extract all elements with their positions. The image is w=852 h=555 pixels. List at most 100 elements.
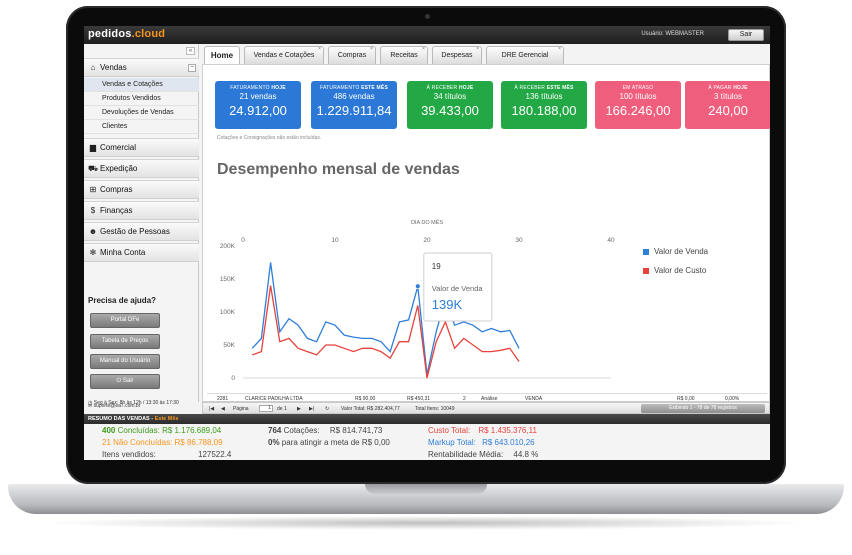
tab-compras[interactable]: Compras × xyxy=(328,46,376,64)
close-tab-icon[interactable]: × xyxy=(476,41,479,58)
collapse-sidebar-button[interactable]: « xyxy=(186,47,195,55)
help-title: Precisa de ajuda? xyxy=(88,296,157,305)
sidebar-group-gestao-pessoas[interactable]: ☻ Gestão de Pessoas xyxy=(84,222,199,241)
sidebar-group-financas[interactable]: $ Finanças xyxy=(84,201,199,220)
tooltip-point xyxy=(414,283,421,290)
not-concluded-count: 21 xyxy=(102,438,111,447)
quotes-count: 764 xyxy=(268,426,282,435)
kpi-card[interactable]: EM ATRASO 100 títulos 166.246,00 xyxy=(595,81,681,129)
portal-dfe-button[interactable]: Portal DFe xyxy=(90,313,160,328)
logo-text: pedidos xyxy=(88,28,132,40)
note-text: Cotações e Consignações não estão incluí… xyxy=(217,135,322,141)
legend-label: Valor de Custo xyxy=(654,266,707,275)
bank-icon: ⌂ xyxy=(90,63,96,72)
app-logo[interactable]: pedidos.cloud xyxy=(88,28,165,40)
cost-label: Custo Total: xyxy=(428,426,471,435)
sidebar-item-clientes[interactable]: Clientes xyxy=(84,120,199,134)
close-tab-icon[interactable]: × xyxy=(370,41,373,58)
prev-page-icon[interactable]: ◀ xyxy=(221,406,225,412)
x-tick-label: 0 xyxy=(241,237,245,244)
tab-home[interactable]: Home xyxy=(204,46,240,64)
next-page-icon[interactable]: ▶ xyxy=(297,406,301,412)
first-page-icon[interactable]: |◀ xyxy=(209,406,214,412)
legend-item-venda[interactable]: Valor de Venda xyxy=(643,247,708,256)
tab-dre-gerencial[interactable]: DRE Gerencial × xyxy=(486,46,564,64)
close-tab-icon[interactable]: × xyxy=(422,41,425,58)
total-value: Valor Total: R$ 282.404,77 xyxy=(341,406,400,412)
summary-header: RESUMO DAS VENDAS - Este Mês xyxy=(84,414,770,424)
sidebar-group-minha-conta[interactable]: ✻ Minha Conta xyxy=(84,243,199,262)
user-manual-button[interactable]: Manual do Usuário xyxy=(90,354,160,369)
tab-vendas-cotacoes[interactable]: Vendas e Cotações × xyxy=(244,46,324,64)
tooltip-series: Valor de Venda xyxy=(432,284,484,293)
quotes-value: R$ 814.741,73 xyxy=(329,426,383,435)
goal-pct: 0% xyxy=(268,438,280,447)
kpi-value: 1.229.911,84 xyxy=(316,103,392,118)
price-table-button[interactable]: Tabela de Preços xyxy=(90,334,160,349)
y-tick-label: 100K xyxy=(220,309,236,316)
kpi-value: 180.188,00 xyxy=(511,103,577,118)
close-tab-icon[interactable]: × xyxy=(558,41,561,58)
x-tick-label: 20 xyxy=(423,237,431,244)
kpi-title-period: HOJE xyxy=(271,85,286,91)
kpi-title-period: HOJE xyxy=(733,85,748,91)
kpi-title: FATURAMENTO ESTE MÊS xyxy=(311,85,397,91)
sidebar-group-comercial[interactable]: ▆ Comercial xyxy=(84,138,199,157)
tooltip-day: 19 xyxy=(432,262,441,271)
kpi-card[interactable]: À RECEBER HOJE 34 títulos 39.433,00 xyxy=(407,81,493,129)
tab-label: Vendas e Cotações xyxy=(253,52,315,59)
tab-receitas[interactable]: Receitas × xyxy=(380,46,428,64)
page-input[interactable]: 1 xyxy=(259,405,273,412)
tab-despesas[interactable]: Despesas × xyxy=(432,46,482,64)
dollar-icon: $ xyxy=(90,206,96,215)
sales-chart: DIA DO MÊS 0 10 20 30 40 0 50K 100K 150K 200K 19 Val… xyxy=(220,218,615,382)
concluded-label: Concluídas: xyxy=(117,426,160,435)
summary-title: RESUMO DAS VENDAS xyxy=(88,416,150,422)
kpi-title-main: FATURAMENTO xyxy=(230,85,270,91)
support-email[interactable]: ✉ suporte@ea7.com.br xyxy=(88,403,140,409)
kpi-card[interactable]: FATURAMENTO ESTE MÊS 486 vendas 1.229.911,… xyxy=(311,81,397,129)
kpi-title: À PAGAR HOJE xyxy=(685,85,770,91)
sidebar-group-vendas[interactable]: ⌂ Vendas − xyxy=(84,58,199,77)
sidebar-group-label: Comercial xyxy=(100,143,137,152)
kpi-card[interactable]: À RECEBER ESTE MÊS 136 títulos 180.188,00 xyxy=(501,81,587,129)
legend-item-custo[interactable]: Valor de Custo xyxy=(643,266,706,275)
logout-button[interactable]: Sair xyxy=(728,29,764,41)
kpi-title-period: ESTE MÊS xyxy=(546,85,574,91)
sidebar-group-compras[interactable]: ⊞ Compras xyxy=(84,180,199,199)
quotes-label: Cotações: xyxy=(283,426,320,435)
sidebar-item-produtos-vendidos[interactable]: Produtos Vendidos xyxy=(84,92,199,106)
legend-swatch xyxy=(643,267,649,274)
sidebar-group-label: Gestão de Pessoas xyxy=(100,227,170,236)
summary-cost: Custo Total: R$ 1.435.376,11 xyxy=(428,426,537,435)
sidebar-item-devolucoes[interactable]: Devoluções de Vendas xyxy=(84,106,199,120)
legend-label: Valor de Venda xyxy=(654,247,709,256)
camera xyxy=(425,14,430,19)
collapse-group-icon[interactable]: − xyxy=(188,64,196,72)
kpi-card[interactable]: FATURAMENTO HOJE 21 vendas 24.912,00 xyxy=(215,81,301,129)
x-axis-label: DIA DO MÊS xyxy=(411,218,443,226)
x-tick-label: 30 xyxy=(515,237,523,244)
last-page-icon[interactable]: ▶| xyxy=(309,406,314,412)
close-tab-icon[interactable]: × xyxy=(318,41,321,58)
gear-icon: ✻ xyxy=(89,248,97,257)
kpi-title-main: FATURAMENTO xyxy=(319,85,360,91)
summary-panel: 400 Concluídas: R$ 1.176.689,04 21 Não C… xyxy=(84,424,770,460)
kpi-count: 21 vendas xyxy=(239,92,277,101)
summary-not-concluded: 21 Não Concluídas: R$ 86.788,09 xyxy=(102,438,223,447)
sidebar-group-label: Expedição xyxy=(100,164,138,173)
goal-label: para atingir a meta de xyxy=(281,438,360,447)
items-label: Itens vendidos: xyxy=(102,450,156,459)
x-tick-label: 10 xyxy=(331,237,339,244)
tab-label: Receitas xyxy=(390,52,418,59)
kpi-card[interactable]: À PAGAR HOJE 3 títulos 240,00 xyxy=(685,81,770,129)
exit-button[interactable]: ⏻ Sair xyxy=(90,374,160,389)
sidebar-item-vendas-cotacoes[interactable]: Vendas e Cotações xyxy=(84,78,199,92)
y-tick-label: 0 xyxy=(231,375,235,382)
concluded-value: R$ 1.176.689,04 xyxy=(162,426,222,435)
tooltip-value: 139K xyxy=(432,297,463,312)
kpi-title: À RECEBER ESTE MÊS xyxy=(501,85,587,91)
refresh-icon[interactable]: ↻ xyxy=(325,406,329,412)
kpi-title: EM ATRASO xyxy=(595,85,681,91)
sidebar-group-expedicao[interactable]: ⛟ Expedição xyxy=(84,159,199,178)
